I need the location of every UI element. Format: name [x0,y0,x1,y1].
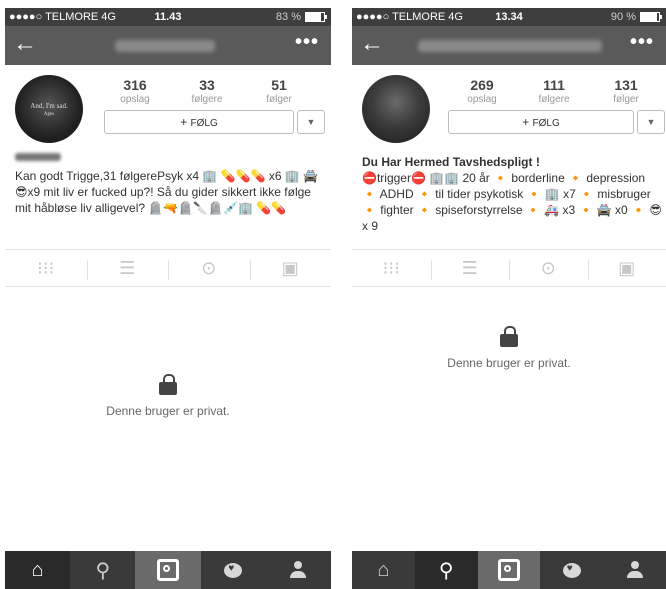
stat-posts-count: 269 [470,77,494,93]
suggestions-dropdown-button[interactable]: ▼ [297,110,325,134]
chevron-down-icon: ▼ [646,117,656,127]
lock-icon [159,374,177,395]
location-icon[interactable]: ⊙ [509,258,588,280]
battery-indicator: 83 % [275,11,327,23]
stat-followers[interactable]: 111 følgere [518,77,590,105]
stat-following-count: 131 [614,77,638,93]
plus-icon: + [180,115,191,129]
battery-percent: 90 % [610,11,636,23]
stat-followers-label: følgere [538,94,570,105]
home-icon: ⌂ [31,558,44,581]
private-account-notice: Denne bruger er privat. [5,374,331,418]
avatar-caption: And, I'm sad. [30,101,68,110]
status-bar: ●●●●○ TELMORE 4G 11.43 83 % [5,8,331,26]
nav-bar: ← ••• [352,26,666,65]
chevron-down-icon: ▼ [306,117,316,127]
stat-posts[interactable]: 269 opslag [446,77,518,105]
grid-view-icon[interactable]: ⁝⁝⁝ [5,258,87,279]
camera-tab[interactable] [477,551,541,589]
camera-icon [157,559,179,581]
battery-indicator: 90 % [610,11,662,23]
stat-posts-count: 316 [123,77,147,93]
profile-tab[interactable] [266,551,331,589]
stat-following-label: følger [613,94,639,105]
back-arrow-icon[interactable]: ← [360,32,384,56]
profile-header: And, I'm sad. Ages 316 opslag 33 følgere… [5,65,331,165]
location-icon[interactable]: ⊙ [168,258,250,280]
profile-header: 269 opslag 111 følgere 131 følger + FØLG… [352,65,666,165]
home-tab[interactable]: ⌂ [352,551,415,589]
back-arrow-icon[interactable]: ← [13,32,37,56]
avatar-sub-caption: Ages [43,111,55,117]
stat-posts-label: opslag [120,94,150,105]
profile-stats: 269 opslag 111 følgere 131 følger [446,77,662,105]
list-view-icon[interactable]: ☰ [86,258,169,280]
blurred-username [115,40,215,52]
blurred-username [418,40,602,52]
heart-bubble-icon [562,562,581,578]
heart-bubble-icon [224,562,243,578]
camera-tab[interactable] [135,551,201,589]
lock-icon [500,326,518,347]
profile-tabs: ⁝⁝⁝ ☰ ⊙ ▣ [352,249,666,287]
tagged-icon[interactable]: ▣ [249,258,332,280]
left-phone-screen: ●●●●○ TELMORE 4G 11.43 83 % ← ••• And, I… [5,8,331,589]
profile-tabs: ⁝⁝⁝ ☰ ⊙ ▣ [5,249,331,287]
person-icon [289,561,307,579]
profile-bio: Kan godt Trigge,31 følgerePsyk x4 🏢 💊💊💊 … [15,152,327,216]
profile-bio: Du Har Hermed Tavshedspligt ! ⛔trigger⛔ … [362,154,662,234]
follow-button-label: FØLG [532,118,560,129]
activity-tab[interactable] [540,551,603,589]
grid-view-icon[interactable]: ⁝⁝⁝ [352,258,431,279]
stat-followers-count: 33 [199,77,215,93]
plus-icon: + [522,115,533,129]
stat-followers[interactable]: 33 følgere [171,77,243,105]
follow-button-label: FØLG [190,118,218,129]
search-tab[interactable]: ⚲ [414,551,478,589]
stat-following[interactable]: 51 følger [243,77,315,105]
more-options-icon[interactable]: ••• [295,32,319,52]
stat-following-label: følger [266,94,292,105]
bottom-tab-bar: ⌂ ⚲ [352,551,666,589]
private-message: Denne bruger er privat. [106,404,230,418]
profile-tab[interactable] [603,551,666,589]
right-phone-screen: ●●●●○ TELMORE 4G 13.34 90 % ← ••• 269 op… [352,8,666,589]
home-tab[interactable]: ⌂ [5,551,71,589]
avatar[interactable]: And, I'm sad. Ages [15,75,83,143]
search-icon: ⚲ [95,559,111,582]
tagged-icon[interactable]: ▣ [587,258,666,280]
home-icon: ⌂ [377,558,390,581]
follow-button[interactable]: + FØLG [104,110,294,134]
bio-text: Kan godt Trigge,31 følgerePsyk x4 🏢 💊💊💊 … [15,169,319,215]
nav-bar: ← ••• [5,26,331,65]
follow-button[interactable]: + FØLG [448,110,634,134]
profile-stats: 316 opslag 33 følgere 51 følger [99,77,315,105]
suggestions-dropdown-button[interactable]: ▼ [637,110,665,134]
search-tab[interactable]: ⚲ [70,551,135,589]
camera-icon [497,559,520,581]
battery-icon [305,12,327,22]
bio-text: ⛔trigger⛔ 🏢🏢 20 år 🔸 borderline 🔸 depres… [362,171,662,233]
list-view-icon[interactable]: ☰ [430,258,510,280]
stat-following[interactable]: 131 følger [590,77,662,105]
stat-followers-label: følgere [191,94,223,105]
search-icon: ⚲ [438,559,454,582]
battery-percent: 83 % [275,11,301,23]
stat-followers-count: 111 [543,77,565,93]
bottom-tab-bar: ⌂ ⚲ [5,551,331,589]
private-message: Denne bruger er privat. [447,356,571,370]
activity-tab[interactable] [201,551,266,589]
stat-posts[interactable]: 316 opslag [99,77,171,105]
redacted-name [15,153,61,161]
bio-title: Du Har Hermed Tavshedspligt ! [362,155,540,169]
battery-icon [640,12,662,22]
more-options-icon[interactable]: ••• [630,32,654,52]
private-account-notice: Denne bruger er privat. [352,326,666,370]
stat-posts-label: opslag [467,94,497,105]
avatar[interactable] [362,75,430,143]
person-icon [626,561,644,579]
stat-following-count: 51 [271,77,287,93]
status-bar: ●●●●○ TELMORE 4G 13.34 90 % [352,8,666,26]
